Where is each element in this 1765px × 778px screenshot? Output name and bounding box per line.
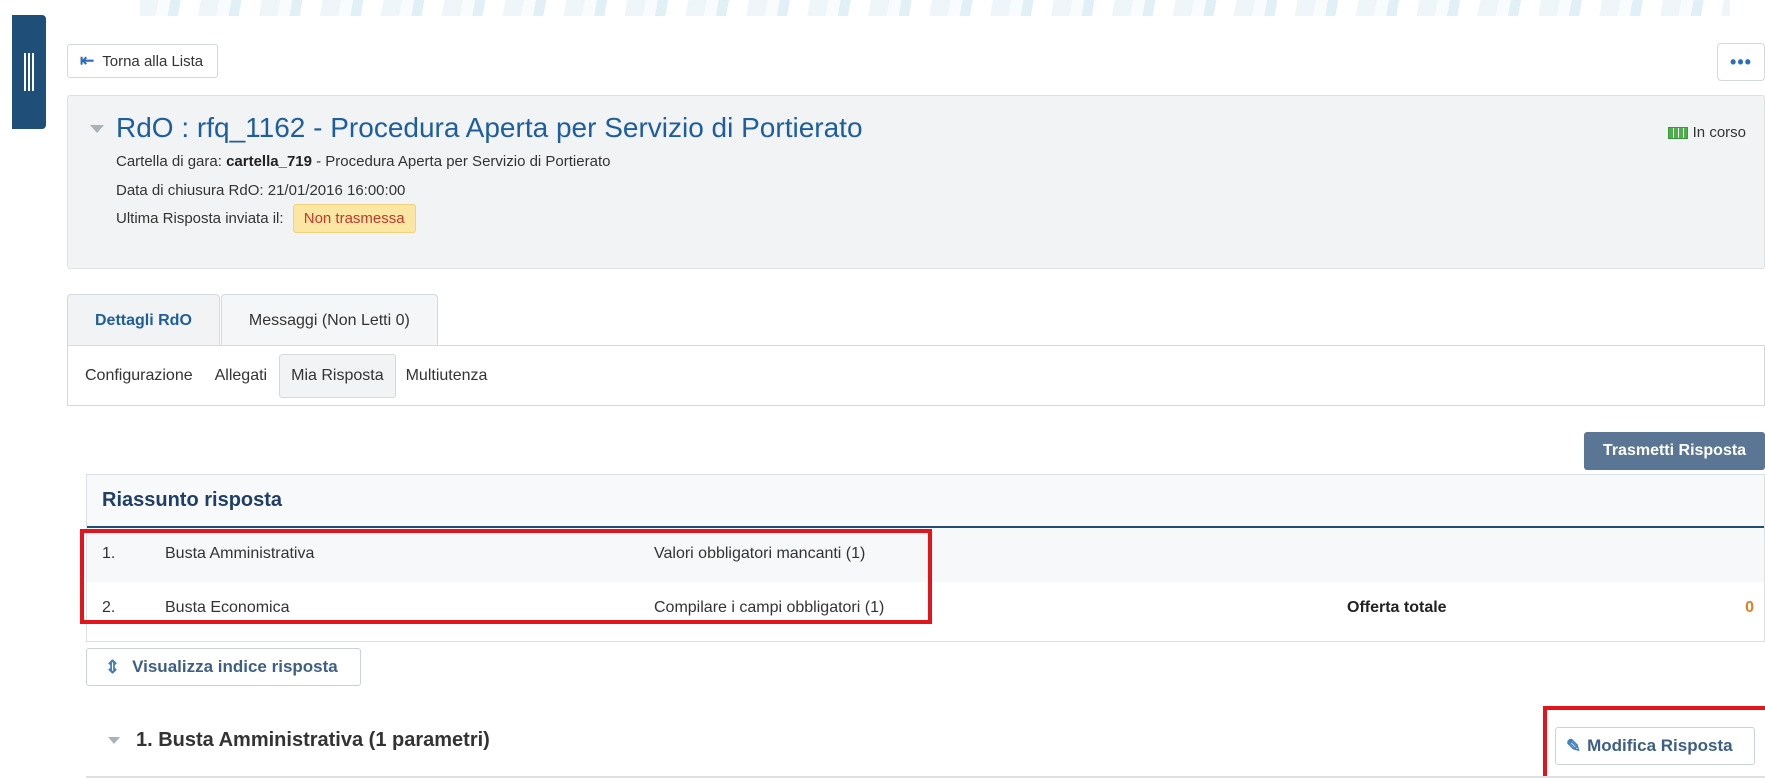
last-response-line: Ultima Risposta inviata il: Non trasmess… — [116, 204, 416, 233]
subnav-allegati[interactable]: Allegati — [215, 367, 267, 385]
last-response-label: Ultima Risposta inviata il: — [116, 210, 284, 227]
folder-line: Cartella di gara: cartella_719 - Procedu… — [116, 153, 610, 170]
tab-messaggi[interactable]: Messaggi (Non Letti 0) — [220, 294, 438, 346]
edit-response-label: Modifica Risposta — [1587, 736, 1733, 755]
back-to-list-button[interactable]: ⇤ Torna alla Lista — [67, 44, 219, 78]
collapse-caret-icon — [108, 737, 120, 744]
collapse-caret-icon[interactable] — [90, 125, 104, 133]
status-text: In corso — [1692, 124, 1746, 141]
back-to-list-label: Torna alla Lista — [102, 52, 204, 70]
ellipsis-icon: ••• — [1730, 51, 1752, 72]
more-options-button[interactable]: ••• — [1717, 43, 1765, 81]
subnav-configurazione[interactable]: Configurazione — [85, 367, 193, 385]
page-title: RdO : rfq_1162 - Procedura Aperta per Se… — [116, 112, 863, 143]
total-offer-label: Offerta totale — [1347, 599, 1447, 616]
arrow-left-bar-icon: ⇤ — [80, 51, 95, 70]
closing-date-label: Data di chiusura RdO: — [116, 182, 264, 199]
sidebar-toggle[interactable] — [12, 15, 46, 129]
highlight-box — [80, 529, 932, 624]
subnav-multiutenza[interactable]: Multiutenza — [406, 367, 488, 385]
rfq-header-panel: RdO : rfq_1162 - Procedura Aperta per Se… — [67, 95, 1765, 269]
subnav-mia-risposta[interactable]: Mia Risposta — [279, 353, 396, 398]
tab-dettagli-rdo[interactable]: Dettagli RdO — [67, 294, 220, 346]
folder-label: Cartella di gara: — [116, 153, 222, 170]
expand-vertical-icon: ⇕ — [105, 657, 121, 677]
status-badge: Non trasmessa — [292, 204, 416, 233]
folder-desc: - Procedura Aperta per Servizio di Porti… — [316, 153, 611, 170]
folder-value: cartella_719 — [226, 153, 312, 170]
tab-bar: Dettagli RdO Messaggi (Non Letti 0) — [67, 294, 438, 346]
battery-icon — [1667, 126, 1688, 139]
closing-date-value: 21/01/2016 16:00:00 — [267, 182, 406, 199]
edit-icon: ✎ — [1566, 735, 1582, 756]
transmit-response-button[interactable]: Trasmetti Risposta — [1584, 432, 1765, 470]
section-title: 1. Busta Amministrativa (1 parametri) — [136, 729, 490, 751]
section-header[interactable]: 1. Busta Amministrativa (1 parametri) — [108, 729, 490, 752]
menu-bars-icon — [24, 53, 36, 91]
view-index-label: Visualizza indice risposta — [132, 657, 338, 676]
view-response-index-button[interactable]: ⇕ Visualizza indice risposta — [86, 648, 361, 686]
summary-title: Riassunto risposta — [87, 475, 1764, 528]
edit-response-button[interactable]: ✎ Modifica Risposta — [1555, 727, 1755, 765]
closing-date-line: Data di chiusura RdO: 21/01/2016 16:00:0… — [116, 182, 405, 199]
status-indicator: In corso — [1667, 124, 1746, 141]
sub-navigation: Configurazione Allegati Mia Risposta Mul… — [67, 345, 1765, 406]
decorative-banner — [140, 0, 1730, 16]
total-offer-value: 0 — [1745, 599, 1754, 616]
